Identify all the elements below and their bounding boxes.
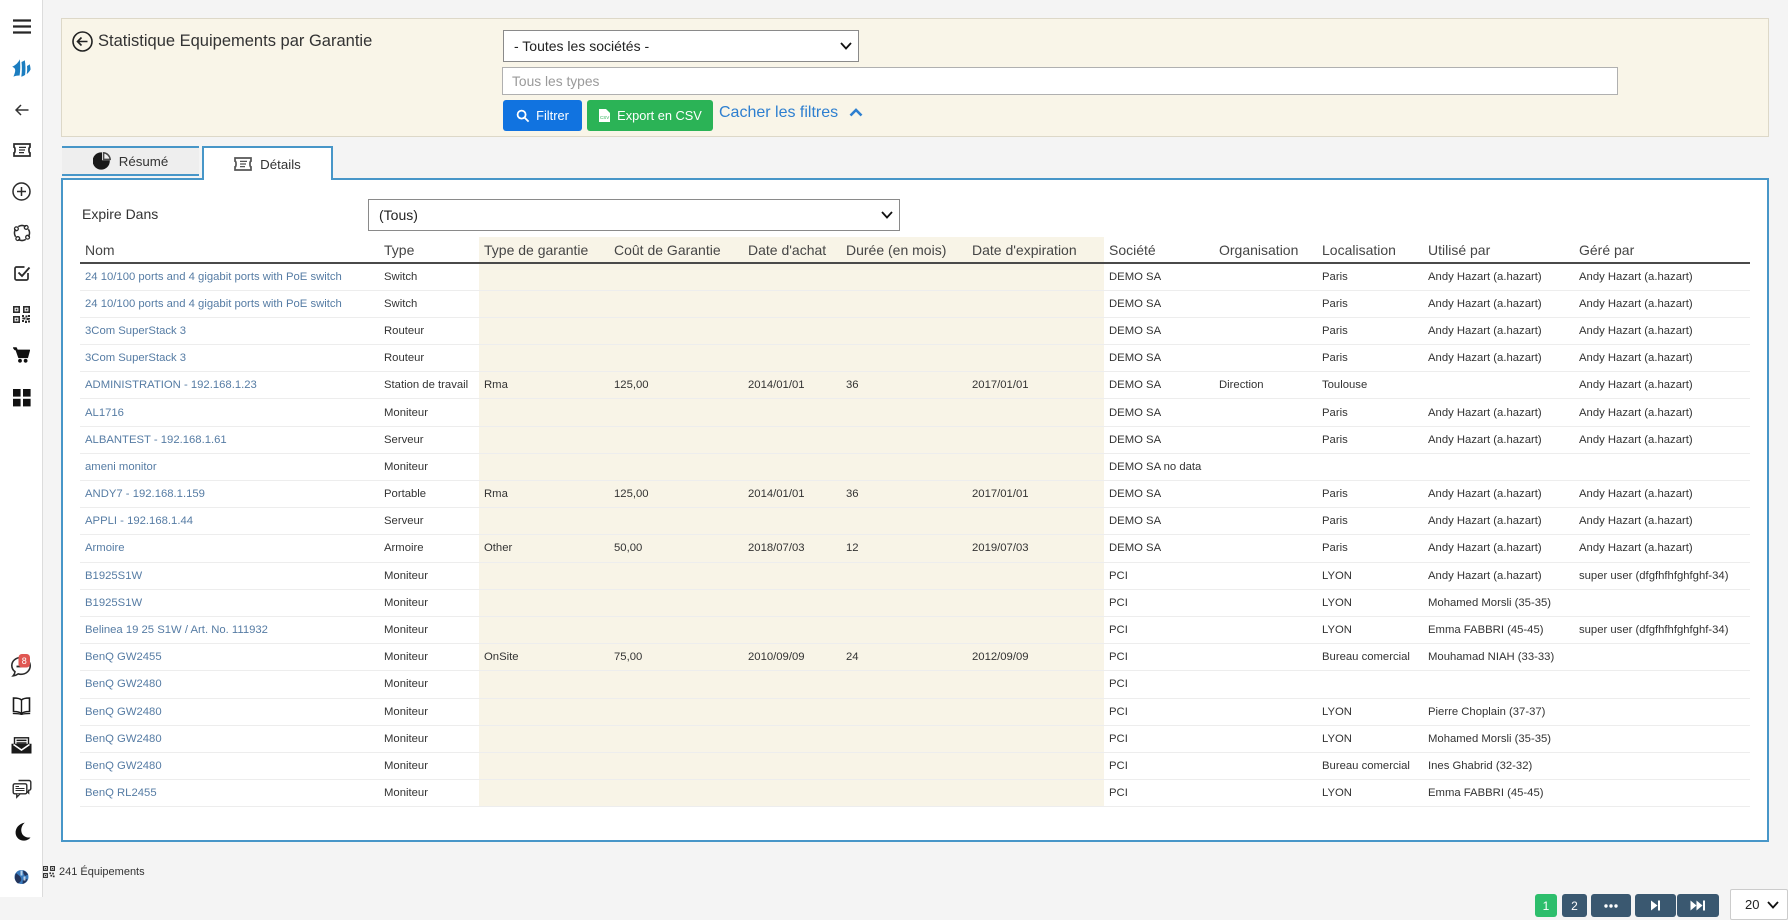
svg-text:8: 8 <box>22 656 27 666</box>
svg-text:CSV: CSV <box>600 115 609 120</box>
